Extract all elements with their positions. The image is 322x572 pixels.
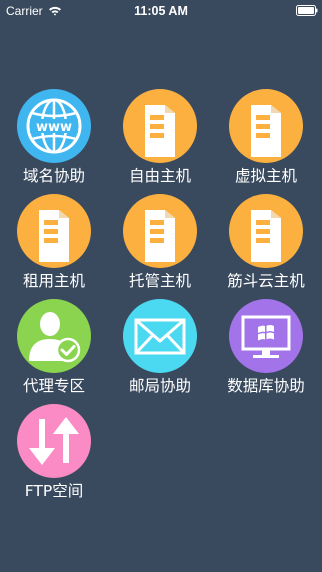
agent-user-icon: [29, 312, 81, 363]
tile-hosted-host[interactable]: 托管主机: [107, 194, 213, 299]
hosted-host-circle: [123, 194, 197, 268]
tile-free-host[interactable]: 自由主机: [107, 89, 213, 194]
tile-label: 邮局协助: [128, 377, 191, 395]
tile-mail-assist[interactable]: 邮局协助: [107, 299, 213, 404]
server-icon: [145, 210, 175, 262]
cloud-host-circle: [229, 194, 303, 268]
svg-text:www: www: [36, 120, 72, 135]
domain-circle: www: [17, 89, 91, 163]
tile-label: 租用主机: [22, 272, 85, 290]
tile-label: 虚拟主机: [234, 167, 297, 185]
www-globe-icon: www: [26, 98, 82, 154]
upload-download-arrows-icon: [29, 417, 79, 465]
mail-circle: [123, 299, 197, 373]
tile-cloud-host[interactable]: 筋斗云主机: [213, 194, 319, 299]
virtual-host-circle: [229, 89, 303, 163]
tile-label: 筋斗云主机: [227, 272, 305, 290]
tile-label: 托管主机: [128, 272, 191, 290]
server-icon: [251, 210, 281, 262]
tile-virtual-host[interactable]: 虚拟主机: [213, 89, 319, 194]
tile-label: 自由主机: [128, 167, 191, 185]
mail-envelope-icon: [134, 318, 186, 355]
database-circle: [229, 299, 303, 373]
tile-ftp-space[interactable]: FTP空间: [1, 404, 107, 509]
tile-agent-zone[interactable]: 代理专区: [1, 299, 107, 404]
rent-host-circle: [17, 194, 91, 268]
server-icon: [251, 105, 281, 157]
monitor-windows-icon: [241, 315, 291, 358]
tile-label: 域名协助: [22, 167, 85, 185]
tile-rent-host[interactable]: 租用主机: [1, 194, 107, 299]
ftp-circle: [17, 404, 91, 478]
tile-database-assist[interactable]: 数据库协助: [213, 299, 319, 404]
server-icon: [39, 210, 69, 262]
free-host-circle: [123, 89, 197, 163]
tile-label: FTP空间: [24, 482, 84, 500]
tile-label: 代理专区: [22, 377, 85, 395]
server-icon: [145, 105, 175, 157]
service-grid: www 域名协助 自由主机 虚拟主机 租用主机 托管主机 筋斗云主机 代理专区 …: [0, 0, 322, 572]
tile-domain-assist[interactable]: www 域名协助: [1, 89, 107, 194]
tile-label: 数据库协助: [227, 377, 305, 395]
agent-circle: [17, 299, 91, 373]
